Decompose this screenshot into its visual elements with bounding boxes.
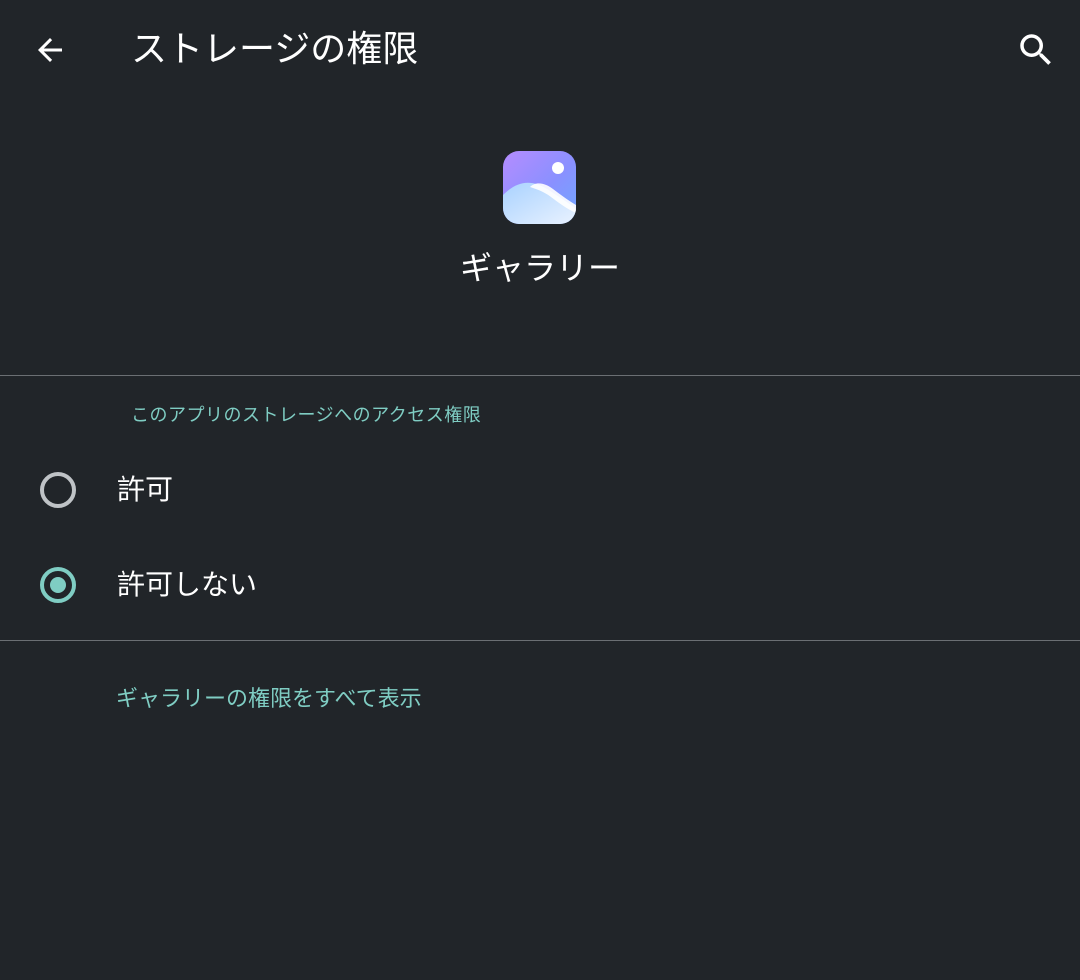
option-allow[interactable]: 許可 — [0, 443, 1080, 538]
view-all-permissions-link[interactable]: ギャラリーの権限をすべて表示 — [116, 684, 422, 716]
app-bar: ストレージの権限 — [0, 0, 1080, 100]
app-name: ギャラリー — [459, 249, 620, 287]
search-icon — [1020, 34, 1051, 65]
search-button[interactable] — [1008, 22, 1064, 78]
radio-selected-dot — [50, 577, 66, 593]
gallery-app-icon — [503, 151, 576, 224]
arrow-back-icon — [38, 38, 62, 62]
option-deny[interactable]: 許可しない — [0, 538, 1080, 633]
app-header: ギャラリー — [0, 100, 1080, 375]
page-title: ストレージの権限 — [131, 29, 419, 70]
radio-allow[interactable] — [40, 472, 76, 508]
radio-deny[interactable] — [40, 567, 76, 603]
back-button[interactable] — [22, 22, 78, 78]
option-deny-label: 許可しない — [117, 568, 258, 601]
section-label: このアプリのストレージへのアクセス権限 — [131, 405, 482, 426]
divider — [0, 375, 1080, 376]
option-allow-label: 許可 — [117, 473, 174, 506]
divider — [0, 640, 1080, 641]
